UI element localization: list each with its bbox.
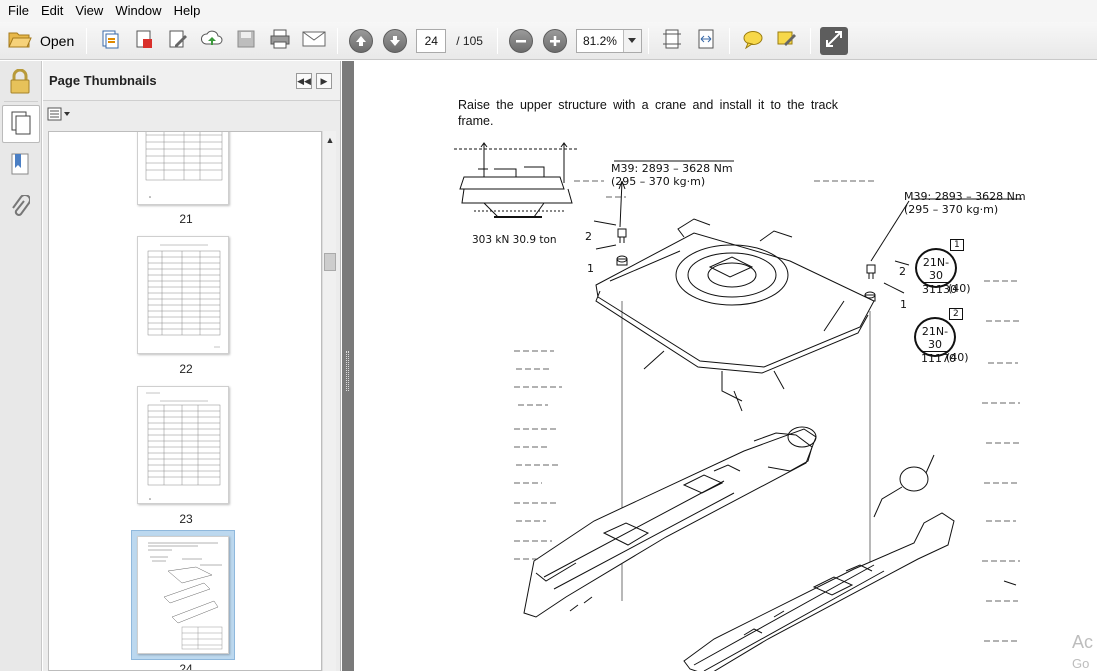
menu-view[interactable]: View bbox=[69, 0, 109, 22]
prev-page-button[interactable] bbox=[347, 27, 375, 55]
thumbnail-preview bbox=[147, 244, 221, 348]
activation-watermark: Ac Go bbox=[1072, 631, 1093, 671]
menu-bar: File Edit View Window Help bbox=[0, 0, 1097, 22]
menu-edit[interactable]: Edit bbox=[35, 0, 69, 22]
chevron-right-icon: ▶ bbox=[320, 75, 328, 86]
fit-width-button[interactable] bbox=[692, 27, 720, 55]
thumbnail-page-21[interactable] bbox=[137, 132, 229, 205]
thumbnail-preview bbox=[146, 392, 221, 500]
next-page-button[interactable] bbox=[381, 27, 409, 55]
zoom-in-button[interactable] bbox=[541, 27, 569, 55]
toolbar-separator bbox=[86, 27, 88, 54]
toolbar-separator bbox=[496, 27, 498, 54]
fit-page-button[interactable] bbox=[658, 27, 686, 55]
navigation-rail bbox=[0, 61, 42, 671]
toolbar-separator bbox=[809, 27, 811, 54]
close-panel-button[interactable]: ▶ bbox=[316, 72, 332, 89]
thumbnail-scrollbar[interactable]: ▲ bbox=[322, 131, 336, 671]
comment-button[interactable] bbox=[739, 27, 767, 55]
open-label: Open bbox=[40, 32, 75, 49]
thumbnail-label: 23 bbox=[179, 512, 193, 526]
attachments-panel-button[interactable] bbox=[8, 193, 32, 222]
folder-open-icon bbox=[8, 29, 32, 52]
instruction-text: Raise the upper structure with a crane a… bbox=[458, 98, 838, 128]
edit-button[interactable] bbox=[164, 27, 192, 55]
double-chevron-left-icon: ◀◀ bbox=[297, 75, 311, 86]
fit-width-icon bbox=[695, 28, 717, 53]
email-icon bbox=[302, 30, 326, 51]
zoom-out-icon bbox=[508, 28, 533, 53]
toolbar-separator bbox=[647, 27, 649, 54]
open-button[interactable]: Open bbox=[6, 27, 80, 55]
panel-splitter[interactable] bbox=[342, 61, 354, 671]
upper-structure-assembly-drawing bbox=[514, 160, 1022, 671]
splitter-grip[interactable] bbox=[346, 351, 349, 391]
pages-icon bbox=[10, 110, 32, 139]
lock-icon[interactable] bbox=[8, 68, 32, 94]
highlight-icon bbox=[776, 28, 798, 53]
thumbnail-label: 21 bbox=[179, 212, 193, 226]
thumbnail-options[interactable] bbox=[43, 101, 340, 129]
menu-file[interactable]: File bbox=[2, 0, 35, 22]
zoom-out-button[interactable] bbox=[507, 27, 535, 55]
scroll-up-icon[interactable]: ▲ bbox=[323, 131, 337, 149]
watermark-line1: Ac bbox=[1072, 632, 1094, 652]
bookmarks-panel-button[interactable] bbox=[8, 153, 32, 177]
zoom-select[interactable]: 81.2% bbox=[575, 28, 642, 53]
pages-panel-button[interactable] bbox=[2, 105, 40, 143]
options-menu-icon bbox=[47, 107, 71, 124]
menu-help[interactable]: Help bbox=[168, 0, 207, 22]
watermark-line2: Go bbox=[1072, 656, 1090, 671]
fit-page-icon bbox=[662, 28, 682, 53]
thumbnail-page-23[interactable] bbox=[137, 386, 229, 504]
acrobat-reader-window: File Edit View Window Help Open 24 / 105… bbox=[0, 0, 1097, 671]
print-button[interactable] bbox=[266, 27, 294, 55]
zoom-in-icon bbox=[542, 28, 567, 53]
toolbar: Open 24 / 105 81.2% bbox=[0, 22, 1097, 60]
thumbnail-label: 22 bbox=[179, 362, 193, 376]
comment-icon bbox=[742, 29, 764, 52]
edit-icon bbox=[167, 28, 189, 53]
print-icon bbox=[269, 29, 291, 52]
email-button[interactable] bbox=[300, 27, 328, 55]
save-button[interactable] bbox=[232, 27, 260, 55]
attachment-icon bbox=[10, 193, 31, 222]
convert-button[interactable] bbox=[130, 27, 158, 55]
document-view[interactable]: Raise the upper structure with a crane a… bbox=[354, 61, 1097, 671]
chevron-down-icon[interactable] bbox=[622, 29, 641, 52]
zoom-value: 81.2% bbox=[582, 33, 617, 48]
upload-icon bbox=[200, 28, 224, 53]
highlight-button[interactable] bbox=[773, 27, 801, 55]
thumbnail-preview bbox=[148, 542, 223, 650]
thumbnail-page-22[interactable] bbox=[137, 236, 229, 354]
thumbnail-list: 21 22 23 24 bbox=[48, 131, 322, 671]
create-pdf-button[interactable] bbox=[96, 27, 124, 55]
rail-divider bbox=[4, 101, 38, 102]
save-icon bbox=[236, 29, 256, 52]
toolbar-separator bbox=[337, 27, 339, 54]
prev-page-icon bbox=[349, 28, 374, 53]
collapse-panel-button[interactable]: ◀◀ bbox=[296, 72, 312, 89]
thumbnail-label: 24 bbox=[179, 662, 193, 671]
next-page-icon bbox=[383, 28, 408, 53]
thumbnail-page-24[interactable] bbox=[137, 536, 229, 654]
menu-window[interactable]: Window bbox=[109, 0, 167, 22]
thumbnails-panel: Page Thumbnails ◀◀ ▶ 21 22 23 24 ▲ bbox=[43, 61, 341, 671]
expand-icon bbox=[825, 30, 843, 51]
page-total: / 105 bbox=[456, 33, 483, 48]
scrollbar-thumb[interactable] bbox=[324, 253, 336, 271]
toolbar-separator bbox=[728, 27, 730, 54]
upload-button[interactable] bbox=[198, 27, 226, 55]
bookmark-icon bbox=[10, 152, 30, 179]
thumbnails-panel-header: Page Thumbnails ◀◀ ▶ bbox=[43, 61, 340, 101]
create-pdf-icon bbox=[99, 28, 121, 53]
panel-title: Page Thumbnails bbox=[49, 73, 157, 88]
thumbnail-preview bbox=[145, 132, 223, 198]
expand-button[interactable] bbox=[819, 26, 848, 55]
page-number-input[interactable]: 24 bbox=[416, 28, 447, 53]
convert-icon bbox=[133, 28, 155, 53]
